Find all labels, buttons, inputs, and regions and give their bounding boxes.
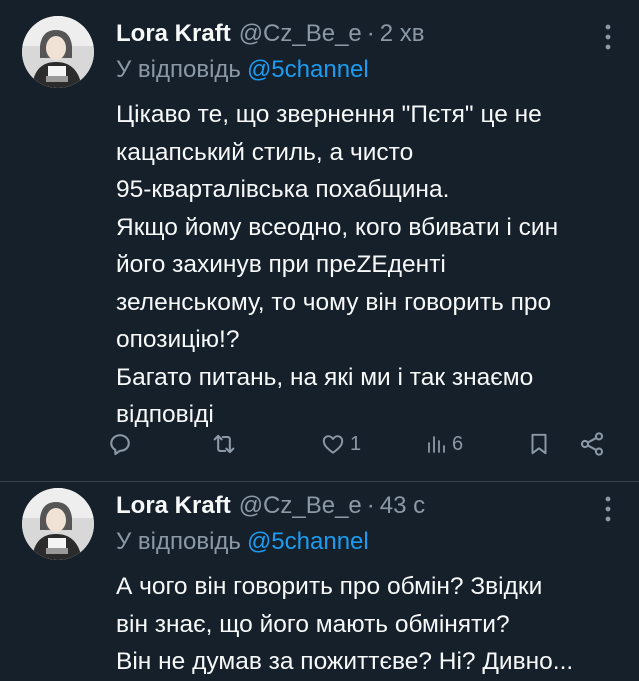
share-button[interactable] [578, 424, 606, 464]
bookmark-icon [531, 433, 547, 455]
author-name[interactable]: Lora Kraft [116, 492, 231, 520]
reply-mention-link[interactable]: @5channel [247, 528, 369, 555]
author-handle[interactable]: @Cz_Be_e [239, 492, 362, 520]
tweet-text-line: А чого він говорить про обмін? Звідки [116, 573, 543, 600]
bookmark-button[interactable] [526, 424, 552, 464]
reply-icon [110, 434, 130, 456]
tweet-text-line: Цікаво те, що звернення "Пєтя" це не [116, 101, 542, 128]
separator-dot: · [366, 20, 375, 47]
tweet-text-line: Багато питань, на які ми і так знаємо [116, 363, 534, 391]
tweet-header: Lora Kraft @Cz_Be_e · 2 хв [116, 20, 425, 50]
tweet-timestamp[interactable]: 2 хв [380, 20, 425, 48]
tweet-text-line: опозицію!? [116, 326, 240, 353]
tweet-text-line: кацапський стиль, а чисто [116, 138, 414, 166]
more-options-icon[interactable] [603, 24, 613, 50]
share-icon [580, 432, 604, 456]
tweet-text-line: 95-кварталівська похабщина. [116, 176, 450, 203]
like-button[interactable]: 1 [320, 424, 361, 464]
tweet-text-line: Він не думав за пожиттєве? Ні? Дивно... [116, 648, 574, 675]
tweet-timestamp[interactable]: 43 с [380, 492, 425, 520]
heart-icon [322, 435, 344, 454]
tweet-actions: 1 6 [106, 424, 626, 464]
retweet-icon [213, 434, 235, 454]
tweet-text: А чого він говорить про обмін? Звідки ві… [116, 568, 621, 681]
avatar-photo-icon [22, 16, 94, 88]
tweet[interactable]: Lora Kraft @Cz_Be_e · 2 хв У відповідь @5… [0, 0, 639, 482]
reply-context: У відповідь @5channel [116, 56, 369, 84]
author-handle[interactable]: @Cz_Be_e [239, 20, 362, 48]
reply-button[interactable] [106, 424, 134, 464]
retweet-button[interactable] [210, 424, 238, 464]
tweet-text-line: зеленському, то чому він говорить про [116, 288, 552, 316]
tweet[interactable]: Lora Kraft @Cz_Be_e · 43 с У відповідь @5… [0, 482, 639, 680]
tweet-text-line: він знає, що його мають обміняти? [116, 610, 510, 638]
tweet-text: Цікаво те, що звернення "Пєтя" це не кац… [116, 96, 621, 434]
separator-dot: · [366, 492, 375, 519]
tweet-text-line: Якщо йому всеодно, кого вбивати і син [116, 213, 559, 241]
avatar[interactable] [22, 16, 94, 88]
more-options-icon[interactable] [603, 496, 613, 522]
author-name[interactable]: Lora Kraft [116, 20, 231, 48]
views-count: 6 [452, 432, 464, 455]
avatar-photo-icon [22, 488, 94, 560]
reply-prefix: У відповідь [116, 56, 241, 83]
reply-prefix: У відповідь [116, 528, 241, 555]
reply-mention-link[interactable]: @5channel [247, 56, 369, 83]
views-icon [428, 436, 445, 453]
views-button[interactable]: 6 [424, 424, 463, 464]
tweet-header: Lora Kraft @Cz_Be_e · 43 с [116, 492, 425, 522]
reply-context: У відповідь @5channel [116, 528, 369, 556]
like-count: 1 [350, 432, 362, 455]
avatar[interactable] [22, 488, 94, 560]
tweet-text-line: його захинув при преZЕденті [116, 251, 446, 278]
